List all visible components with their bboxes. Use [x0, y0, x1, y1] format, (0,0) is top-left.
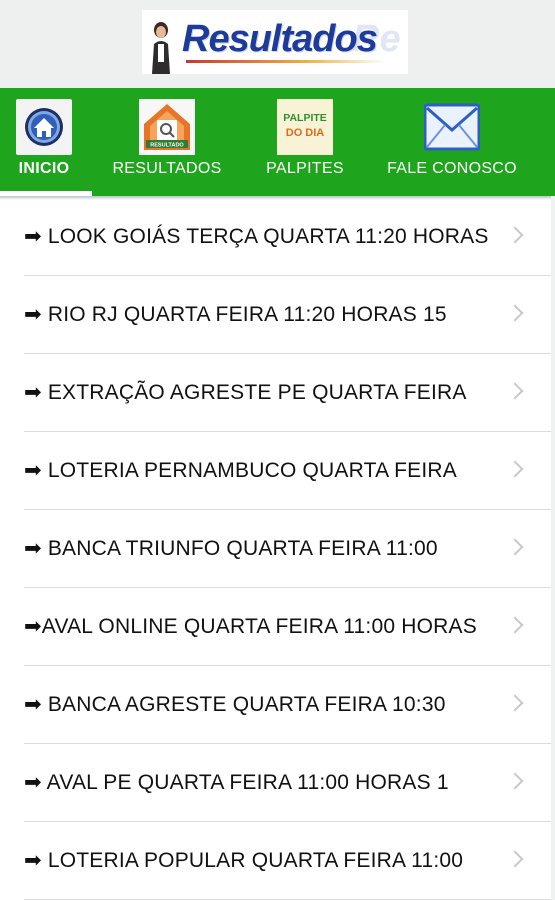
chevron-right-icon [506, 538, 524, 556]
results-icon-badge: RESULTADO [150, 143, 184, 149]
list-item-label: ➡ LOTERIA POPULAR QUARTA FEIRA 11:00 [24, 849, 464, 872]
list-item-label: ➡ AVAL PE QUARTA FEIRA 11:00 HORAS 1 [24, 771, 449, 794]
results-house-icon: RESULTADO [139, 99, 195, 155]
chevron-right-icon [506, 460, 524, 478]
list-item[interactable]: ➡ RIO RJ QUARTA FEIRA 11:20 HORAS 15 [24, 276, 551, 354]
list-item-label: ➡ LOTERIA PERNAMBUCO QUARTA FEIRA [24, 459, 457, 482]
list-item-label: ➡ LOOK GOIÁS TERÇA QUARTA 11:20 HORAS [24, 225, 489, 248]
chevron-right-icon [506, 226, 524, 244]
tab-fale-conosco[interactable]: FALE CONOSCO [382, 88, 522, 196]
palpite-icon-line1: PALPITE [283, 112, 327, 124]
scroll-edge [551, 196, 555, 900]
list-item[interactable]: ➡ LOTERIA POPULAR QUARTA FEIRA 11:00 [24, 822, 551, 900]
app-header: Re Resultados [0, 0, 555, 88]
chevron-right-icon [506, 382, 524, 400]
palpite-do-dia-icon: PALPITE DO DIA [277, 99, 333, 155]
palpite-icon-line2: DO DIA [286, 127, 325, 139]
list-item[interactable]: ➡ AVAL PE QUARTA FEIRA 11:00 HORAS 1 [24, 744, 551, 822]
mail-icon [424, 99, 480, 155]
list-item-label: ➡AVAL ONLINE QUARTA FEIRA 11:00 HORAS [24, 615, 477, 638]
list-item[interactable]: ➡ LOTERIA PERNAMBUCO QUARTA FEIRA [24, 432, 551, 510]
tab-resultados-label: RESULTADOS [112, 160, 222, 177]
list-item-label: ➡ BANCA AGRESTE QUARTA FEIRA 10:30 [24, 693, 446, 716]
list-item[interactable]: ➡ BANCA AGRESTE QUARTA FEIRA 10:30 [24, 666, 551, 744]
chevron-right-icon [506, 304, 524, 322]
logo: Re Resultados [142, 10, 408, 74]
chevron-right-icon [506, 772, 524, 790]
tab-palpites-label: PALPITES [266, 160, 344, 177]
list-item[interactable]: ➡ BANCA TRIUNFO QUARTA FEIRA 11:00 [24, 510, 551, 588]
list-item-label: ➡ EXTRAÇÃO AGRESTE PE QUARTA FEIRA [24, 381, 467, 404]
list-item-label: ➡ BANCA TRIUNFO QUARTA FEIRA 11:00 [24, 537, 438, 560]
person-logo-icon [152, 22, 170, 74]
home-icon [16, 99, 72, 155]
chevron-right-icon [506, 694, 524, 712]
logo-underline [186, 60, 386, 63]
chevron-right-icon [506, 850, 524, 868]
list-item[interactable]: ➡ EXTRAÇÃO AGRESTE PE QUARTA FEIRA [24, 354, 551, 432]
list-item-label: ➡ RIO RJ QUARTA FEIRA 11:20 HORAS 15 [24, 303, 447, 326]
tab-fale-conosco-label: FALE CONOSCO [387, 160, 517, 177]
chevron-right-icon [506, 616, 524, 634]
tab-inicio[interactable]: INICIO [10, 88, 78, 196]
tab-inicio-label: INICIO [18, 160, 70, 177]
list-item[interactable]: ➡ LOOK GOIÁS TERÇA QUARTA 11:20 HORAS [24, 198, 551, 276]
tab-palpites[interactable]: PALPITE DO DIA PALPITES [258, 88, 352, 196]
tab-resultados[interactable]: RESULTADO RESULTADOS [108, 88, 226, 196]
top-navigation: INICIO RESULTADO RESULTADOS PALPITE DO D… [0, 88, 555, 196]
list-item[interactable]: ➡AVAL ONLINE QUARTA FEIRA 11:00 HORAS [24, 588, 551, 666]
logo-text: Resultados [182, 18, 378, 60]
